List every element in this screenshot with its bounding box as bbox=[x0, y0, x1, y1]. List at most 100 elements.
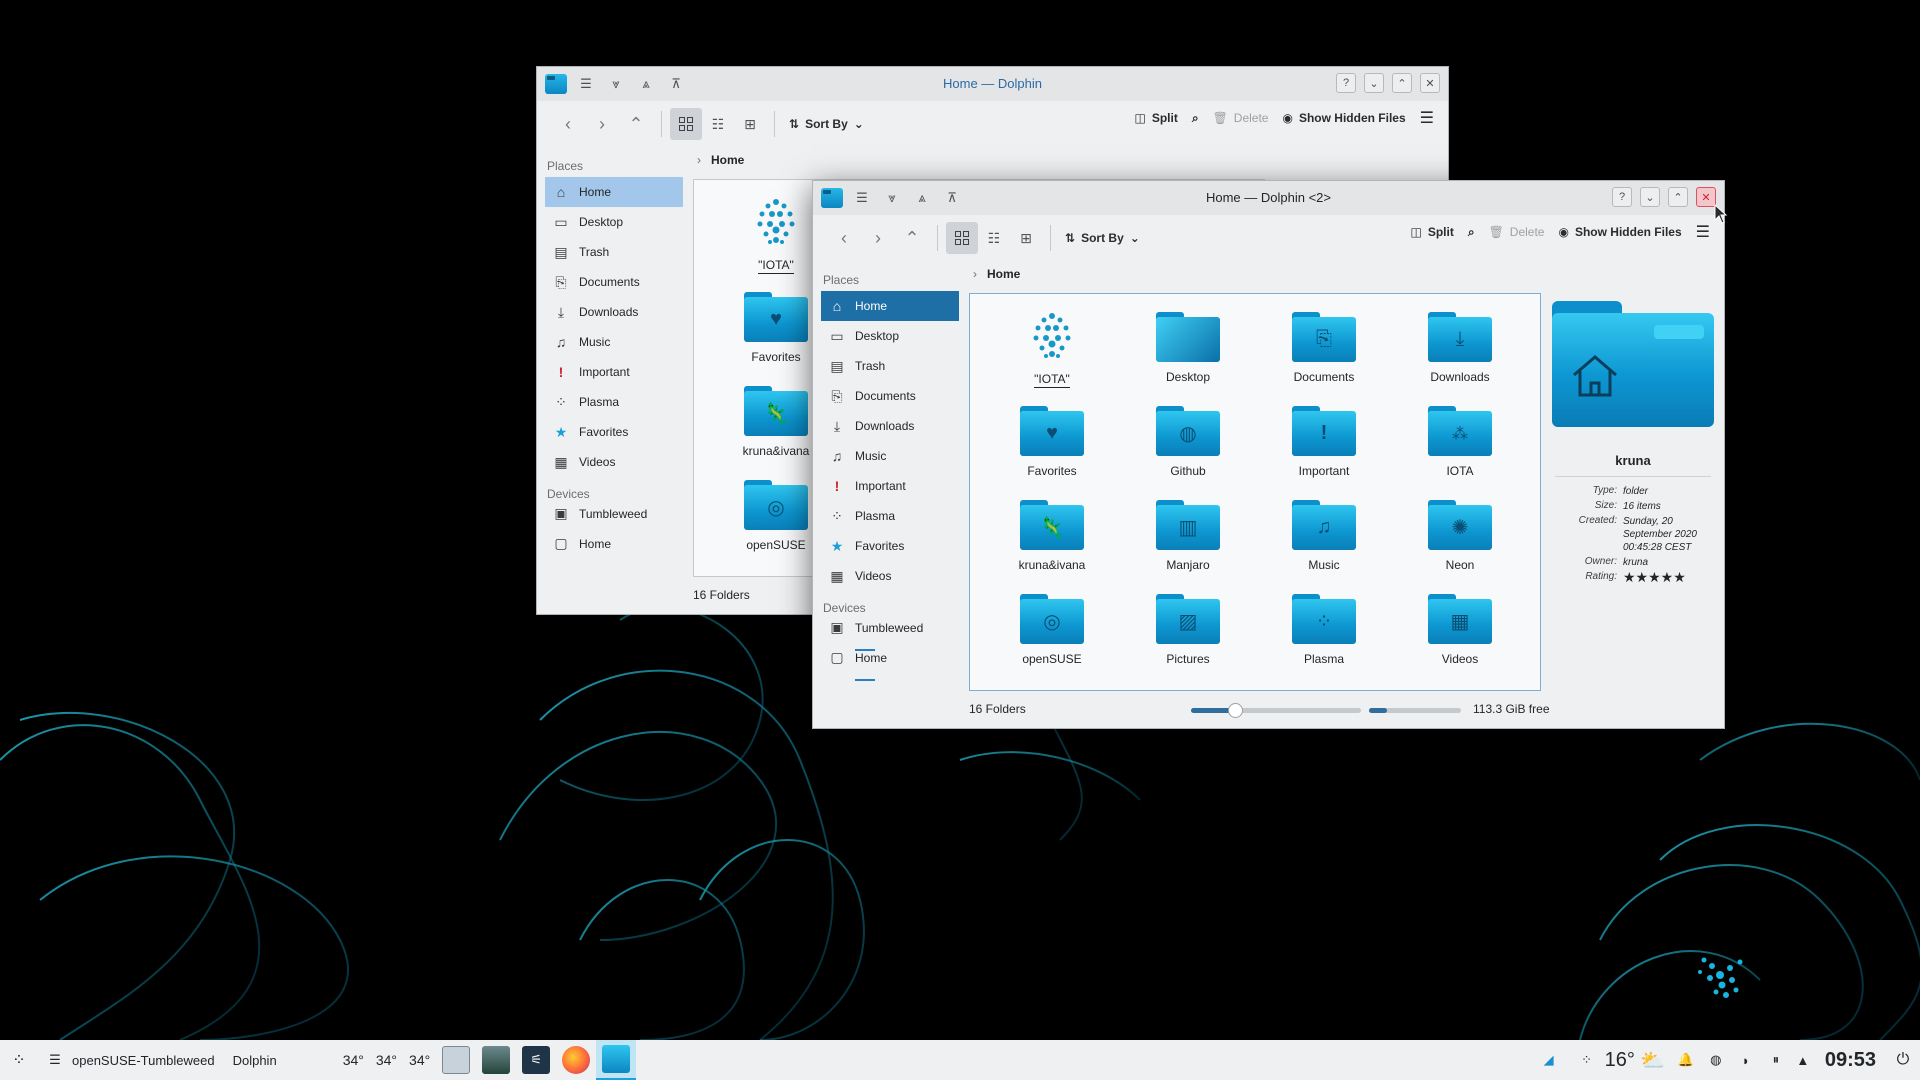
sidebar-item-important[interactable]: ! Important bbox=[821, 471, 959, 501]
file-item[interactable]: "IOTA" bbox=[984, 302, 1120, 396]
hamburger-menu-button[interactable]: ☰ bbox=[1420, 108, 1434, 128]
breadcrumb[interactable]: › Home bbox=[697, 153, 744, 167]
sidebar-item-important[interactable]: ! Important bbox=[545, 357, 683, 387]
icons-view-button[interactable] bbox=[670, 108, 702, 140]
split-button[interactable]: ◫ Split bbox=[1410, 225, 1453, 239]
hamburger-menu-button[interactable]: ☰ bbox=[1696, 222, 1710, 242]
sidebar-device-tumbleweed[interactable]: ▣ Tumbleweed bbox=[821, 619, 959, 651]
sidebar-device-home[interactable]: ▢ Home bbox=[545, 535, 683, 565]
delete-button[interactable]: 🗑 Delete bbox=[1213, 111, 1269, 125]
delete-button[interactable]: 🗑 Delete bbox=[1489, 225, 1545, 239]
tray-expand-icon[interactable]: ▲ bbox=[1791, 1040, 1815, 1080]
file-item[interactable]: ◍ Github bbox=[1120, 396, 1256, 490]
file-item[interactable]: ⁂ IOTA bbox=[1392, 396, 1528, 490]
desktop-show-button[interactable]: ◢ bbox=[1529, 1040, 1569, 1080]
rating-stars[interactable]: ★★★★★ bbox=[1623, 570, 1717, 584]
file-item[interactable]: ▦ Videos bbox=[1392, 584, 1528, 678]
details-view-button[interactable]: ⊞ bbox=[734, 108, 766, 140]
sidebar-item-videos[interactable]: ▦ Videos bbox=[545, 447, 683, 477]
file-item[interactable]: ◎ openSUSE bbox=[984, 584, 1120, 678]
task-dolphin[interactable] bbox=[596, 1040, 637, 1080]
details-view-button[interactable]: ⊞ bbox=[1010, 222, 1042, 254]
sidebar-item-videos[interactable]: ▦ Videos bbox=[821, 561, 959, 591]
help-button[interactable]: ? bbox=[1336, 73, 1356, 93]
sort-by-button[interactable]: ⇅ Sort By ⌄ bbox=[1059, 222, 1146, 254]
digital-clock[interactable]: 09:53 bbox=[1815, 1040, 1886, 1080]
network-icon[interactable]: ◍ bbox=[1701, 1040, 1731, 1080]
plasma-tray-button[interactable]: ⁘ bbox=[1569, 1040, 1605, 1080]
sidebar-item-documents[interactable]: ⎘ Documents bbox=[545, 267, 683, 297]
firefox-icon bbox=[562, 1046, 591, 1074]
zoom-slider-handle[interactable] bbox=[1228, 703, 1244, 718]
search-button[interactable]: ⌕ bbox=[1192, 111, 1199, 126]
sidebar-item-documents[interactable]: ⎘ Documents bbox=[821, 381, 959, 411]
weather-icon[interactable]: ⛅ bbox=[1635, 1040, 1671, 1080]
sidebar-item-downloads[interactable]: ⤓ Downloads bbox=[821, 411, 959, 441]
sort-by-button[interactable]: ⇅ Sort By ⌄ bbox=[783, 108, 870, 140]
breadcrumb[interactable]: › Home bbox=[973, 267, 1020, 281]
show-hidden-files-button[interactable]: ◉ Show Hidden Files bbox=[1282, 111, 1405, 125]
file-item[interactable]: ▨ Pictures bbox=[1120, 584, 1256, 678]
titlebar[interactable]: ☰ ⩔ ⩓ ⊼ Home — Dolphin ? ⌄ ⌃ ✕ bbox=[537, 67, 1448, 101]
back-button[interactable]: ‹ bbox=[551, 108, 585, 140]
close-button[interactable]: ✕ bbox=[1420, 73, 1440, 93]
titlebar[interactable]: ☰ ⩔ ⩓ ⊼ Home — Dolphin <2> ? ⌄ ⌃ ✕ bbox=[813, 181, 1724, 215]
sidebar-item-downloads[interactable]: ⤓ Downloads bbox=[545, 297, 683, 327]
file-item[interactable]: 🦎 kruna&ivana bbox=[984, 490, 1120, 584]
sidebar-item-favorites[interactable]: ★ Favorites bbox=[545, 417, 683, 447]
sidebar-item-favorites[interactable]: ★ Favorites bbox=[821, 531, 959, 561]
split-button[interactable]: ◫ Split bbox=[1134, 111, 1177, 125]
help-button[interactable]: ? bbox=[1612, 187, 1632, 207]
maximize-button[interactable]: ⌃ bbox=[1668, 187, 1688, 207]
sidebar-item-trash[interactable]: ▤ Trash bbox=[545, 237, 683, 267]
file-item[interactable]: ▥ Manjaro bbox=[1120, 490, 1256, 584]
file-item[interactable]: ⤓ Downloads bbox=[1392, 302, 1528, 396]
file-item[interactable]: ✺ Neon bbox=[1392, 490, 1528, 584]
sidebar-item-music[interactable]: ♫ Music bbox=[821, 441, 959, 471]
application-launcher[interactable]: ⁘ bbox=[0, 1040, 38, 1080]
sidebar-device-home[interactable]: ▢ Home bbox=[821, 649, 959, 681]
close-button[interactable]: ✕ bbox=[1696, 187, 1716, 207]
sidebar-item-home[interactable]: ⌂ Home bbox=[545, 177, 683, 207]
file-view[interactable]: "IOTA" Desktop ⎘ Documents ⤓ Downloads ♥ Fa… bbox=[969, 293, 1541, 691]
sidebar-item-music[interactable]: ♫ Music bbox=[545, 327, 683, 357]
sidebar-item-home[interactable]: ⌂ Home bbox=[821, 291, 959, 321]
task-desktop-pager[interactable] bbox=[436, 1040, 476, 1080]
power-icon[interactable]: ⏻ bbox=[1886, 1040, 1920, 1080]
file-item[interactable]: ♥ Favorites bbox=[984, 396, 1120, 490]
weather-temperature[interactable]: 16° bbox=[1605, 1040, 1635, 1080]
notifications-icon[interactable]: 🔔 bbox=[1671, 1040, 1701, 1080]
media-pause-icon[interactable]: ⏸ bbox=[1761, 1040, 1791, 1080]
sidebar-item-desktop[interactable]: ▭ Desktop bbox=[821, 321, 959, 351]
task-system-settings[interactable]: ⚟ bbox=[516, 1040, 556, 1080]
window-menu-button[interactable]: ☰ bbox=[38, 1040, 72, 1080]
search-button[interactable]: ⌕ bbox=[1468, 225, 1475, 240]
back-button[interactable]: ‹ bbox=[827, 222, 861, 254]
file-item[interactable]: ⁘ Plasma bbox=[1256, 584, 1392, 678]
sidebar-item-desktop[interactable]: ▭ Desktop bbox=[545, 207, 683, 237]
show-hidden-files-button[interactable]: ◉ Show Hidden Files bbox=[1558, 225, 1681, 239]
zoom-slider[interactable] bbox=[1191, 703, 1361, 718]
compact-view-button[interactable]: ☷ bbox=[702, 108, 734, 140]
sidebar-device-tumbleweed[interactable]: ▣ Tumbleweed bbox=[545, 505, 683, 535]
file-item[interactable]: ⎘ Documents bbox=[1256, 302, 1392, 396]
dolphin-window-front[interactable]: ☰ ⩔ ⩓ ⊼ Home — Dolphin <2> ? ⌄ ⌃ ✕ ‹ › ⌃… bbox=[812, 180, 1725, 729]
compact-view-button[interactable]: ☷ bbox=[978, 222, 1010, 254]
minimize-button[interactable]: ⌄ bbox=[1640, 187, 1660, 207]
volume-icon[interactable]: ◗ bbox=[1731, 1040, 1761, 1080]
forward-button[interactable]: › bbox=[585, 108, 619, 140]
sidebar-item-plasma[interactable]: ⁘ Plasma bbox=[821, 501, 959, 531]
sidebar-item-trash[interactable]: ▤ Trash bbox=[821, 351, 959, 381]
file-item[interactable]: ♫ Music bbox=[1256, 490, 1392, 584]
up-button[interactable]: ⌃ bbox=[895, 222, 929, 254]
task-image-viewer[interactable] bbox=[476, 1040, 516, 1080]
forward-button[interactable]: › bbox=[861, 222, 895, 254]
up-button[interactable]: ⌃ bbox=[619, 108, 653, 140]
minimize-button[interactable]: ⌄ bbox=[1364, 73, 1384, 93]
icons-view-button[interactable] bbox=[946, 222, 978, 254]
file-item[interactable]: ! Important bbox=[1256, 396, 1392, 490]
task-firefox[interactable] bbox=[556, 1040, 596, 1080]
file-item[interactable]: Desktop bbox=[1120, 302, 1256, 396]
sidebar-item-plasma[interactable]: ⁘ Plasma bbox=[545, 387, 683, 417]
maximize-button[interactable]: ⌃ bbox=[1392, 73, 1412, 93]
